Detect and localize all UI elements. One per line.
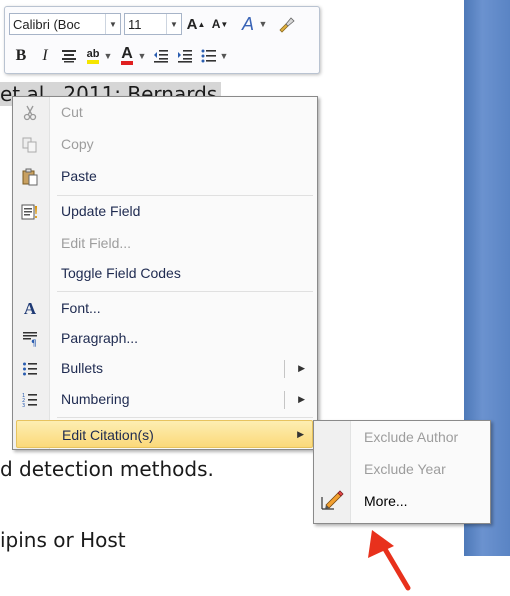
submenu-item-exclude-year[interactable]: Exclude Year bbox=[316, 455, 488, 483]
context-menu: Cut Copy Paste Update Field Edit Field..… bbox=[12, 96, 318, 450]
menu-item-numbering[interactable]: 123 Numbering ▶ bbox=[15, 386, 313, 414]
menu-item-cut[interactable]: Cut bbox=[15, 99, 313, 127]
paragraph-icon: ¶ bbox=[15, 325, 45, 353]
increase-indent-icon bbox=[177, 49, 193, 63]
edit-citations-submenu: Exclude Author Exclude Year More... bbox=[313, 420, 491, 524]
chevron-right-icon[interactable]: ▶ bbox=[298, 363, 305, 374]
update-field-icon bbox=[15, 198, 45, 226]
decrease-indent-button[interactable] bbox=[151, 45, 171, 67]
italic-button[interactable]: I bbox=[35, 45, 55, 67]
chevron-down-icon[interactable]: ▼ bbox=[219, 45, 229, 67]
submenu-divider bbox=[284, 360, 285, 378]
svg-text:¶: ¶ bbox=[31, 339, 37, 347]
menu-item-label: Paragraph... bbox=[61, 330, 139, 346]
mini-toolbar-row-font: Calibri (Boc ▼ 11 ▼ A ▲ A ▼ A ▼ bbox=[9, 11, 296, 37]
menu-item-label: Paste bbox=[61, 168, 97, 184]
menu-item-bullets[interactable]: Bullets ▶ bbox=[15, 355, 313, 383]
menu-item-label: Exclude Year bbox=[364, 461, 446, 477]
font-color-icon: A bbox=[121, 46, 133, 65]
menu-item-paste[interactable]: Paste bbox=[15, 163, 313, 191]
chevron-down-icon[interactable]: ▼ bbox=[258, 13, 268, 35]
menu-item-label: Exclude Author bbox=[364, 429, 459, 445]
document-text-line: ipins or Host bbox=[0, 528, 126, 552]
bullets-toolbar-button[interactable] bbox=[199, 45, 219, 67]
red-arrow-icon bbox=[364, 530, 424, 596]
menu-item-edit-citations[interactable]: Edit Citation(s) ▶ bbox=[16, 420, 313, 448]
menu-separator bbox=[57, 291, 313, 292]
menu-item-label: More... bbox=[364, 493, 408, 509]
highlight-icon: ab bbox=[86, 48, 100, 64]
grow-font-icon: A bbox=[186, 15, 198, 33]
copy-icon bbox=[15, 131, 45, 159]
styles-button[interactable]: A bbox=[238, 13, 258, 35]
menu-separator bbox=[57, 195, 313, 196]
bullet-list-icon bbox=[201, 49, 217, 63]
menu-item-update-field[interactable]: Update Field bbox=[15, 198, 313, 226]
mini-toolbar-row-format: B I ab ▼ A ▼ ▼ bbox=[9, 43, 229, 69]
bullet-list-icon bbox=[15, 355, 45, 383]
chevron-down-icon[interactable]: ▼ bbox=[166, 14, 181, 34]
font-color-button[interactable]: A bbox=[117, 45, 137, 67]
menu-item-label: Copy bbox=[61, 136, 94, 152]
chevron-down-icon[interactable]: ▼ bbox=[105, 14, 120, 34]
align-center-icon bbox=[61, 49, 77, 63]
menu-item-label: Numbering bbox=[61, 391, 130, 407]
center-align-button[interactable] bbox=[59, 45, 79, 67]
menu-item-paragraph[interactable]: ¶ Paragraph... bbox=[15, 325, 313, 353]
menu-item-label: Edit Citation(s) bbox=[62, 427, 154, 443]
numbered-list-icon: 123 bbox=[15, 386, 45, 414]
submenu-item-exclude-author[interactable]: Exclude Author bbox=[316, 423, 488, 451]
decrease-indent-icon bbox=[153, 49, 169, 63]
menu-separator bbox=[57, 417, 313, 418]
document-text-line: d detection methods. bbox=[0, 457, 214, 481]
menu-item-font[interactable]: A Font... bbox=[15, 295, 313, 323]
font-icon: A bbox=[23, 299, 37, 318]
bold-icon: B bbox=[15, 47, 27, 64]
menu-item-copy[interactable]: Copy bbox=[15, 131, 313, 159]
menu-item-label: Update Field bbox=[61, 203, 141, 219]
font-size-value: 11 bbox=[128, 16, 142, 32]
chevron-down-icon[interactable]: ▼ bbox=[103, 45, 113, 67]
edit-pencil-icon bbox=[320, 489, 346, 513]
format-painter-icon bbox=[277, 15, 295, 33]
grow-font-button[interactable]: A ▲ bbox=[186, 13, 206, 35]
chevron-right-icon[interactable]: ▶ bbox=[297, 429, 304, 440]
shrink-font-icon: A bbox=[211, 17, 221, 31]
menu-item-edit-field[interactable]: Edit Field... bbox=[15, 230, 313, 258]
menu-item-toggle-field-codes[interactable]: Toggle Field Codes bbox=[15, 260, 313, 288]
menu-item-label: Edit Field... bbox=[61, 235, 132, 251]
font-size-combo[interactable]: 11 ▼ bbox=[124, 13, 182, 35]
menu-item-label: Toggle Field Codes bbox=[61, 265, 181, 281]
chevron-down-icon[interactable]: ▼ bbox=[137, 45, 147, 67]
paste-clipboard-icon bbox=[15, 163, 45, 191]
chevron-right-icon[interactable]: ▶ bbox=[298, 394, 305, 405]
menu-item-label: Cut bbox=[61, 104, 83, 120]
scissors-icon bbox=[15, 99, 45, 127]
bold-button[interactable]: B bbox=[11, 45, 31, 67]
mini-toolbar: Calibri (Boc ▼ 11 ▼ A ▲ A ▼ A ▼ B I ab ▼ A… bbox=[4, 6, 320, 74]
submenu-item-more[interactable]: More... bbox=[316, 487, 488, 515]
increase-indent-button[interactable] bbox=[175, 45, 195, 67]
font-name-combo[interactable]: Calibri (Boc ▼ bbox=[9, 13, 121, 35]
font-name-value: Calibri (Boc bbox=[13, 16, 81, 32]
menu-item-label: Font... bbox=[61, 300, 101, 316]
format-painter-button[interactable] bbox=[276, 13, 296, 35]
italic-icon: I bbox=[42, 47, 48, 64]
submenu-divider bbox=[284, 391, 285, 409]
shrink-font-button[interactable]: A ▼ bbox=[210, 13, 230, 35]
menu-item-label: Bullets bbox=[61, 360, 104, 376]
svg-text:3: 3 bbox=[22, 403, 25, 408]
styles-icon: A bbox=[241, 13, 254, 34]
highlight-button[interactable]: ab bbox=[83, 45, 103, 67]
